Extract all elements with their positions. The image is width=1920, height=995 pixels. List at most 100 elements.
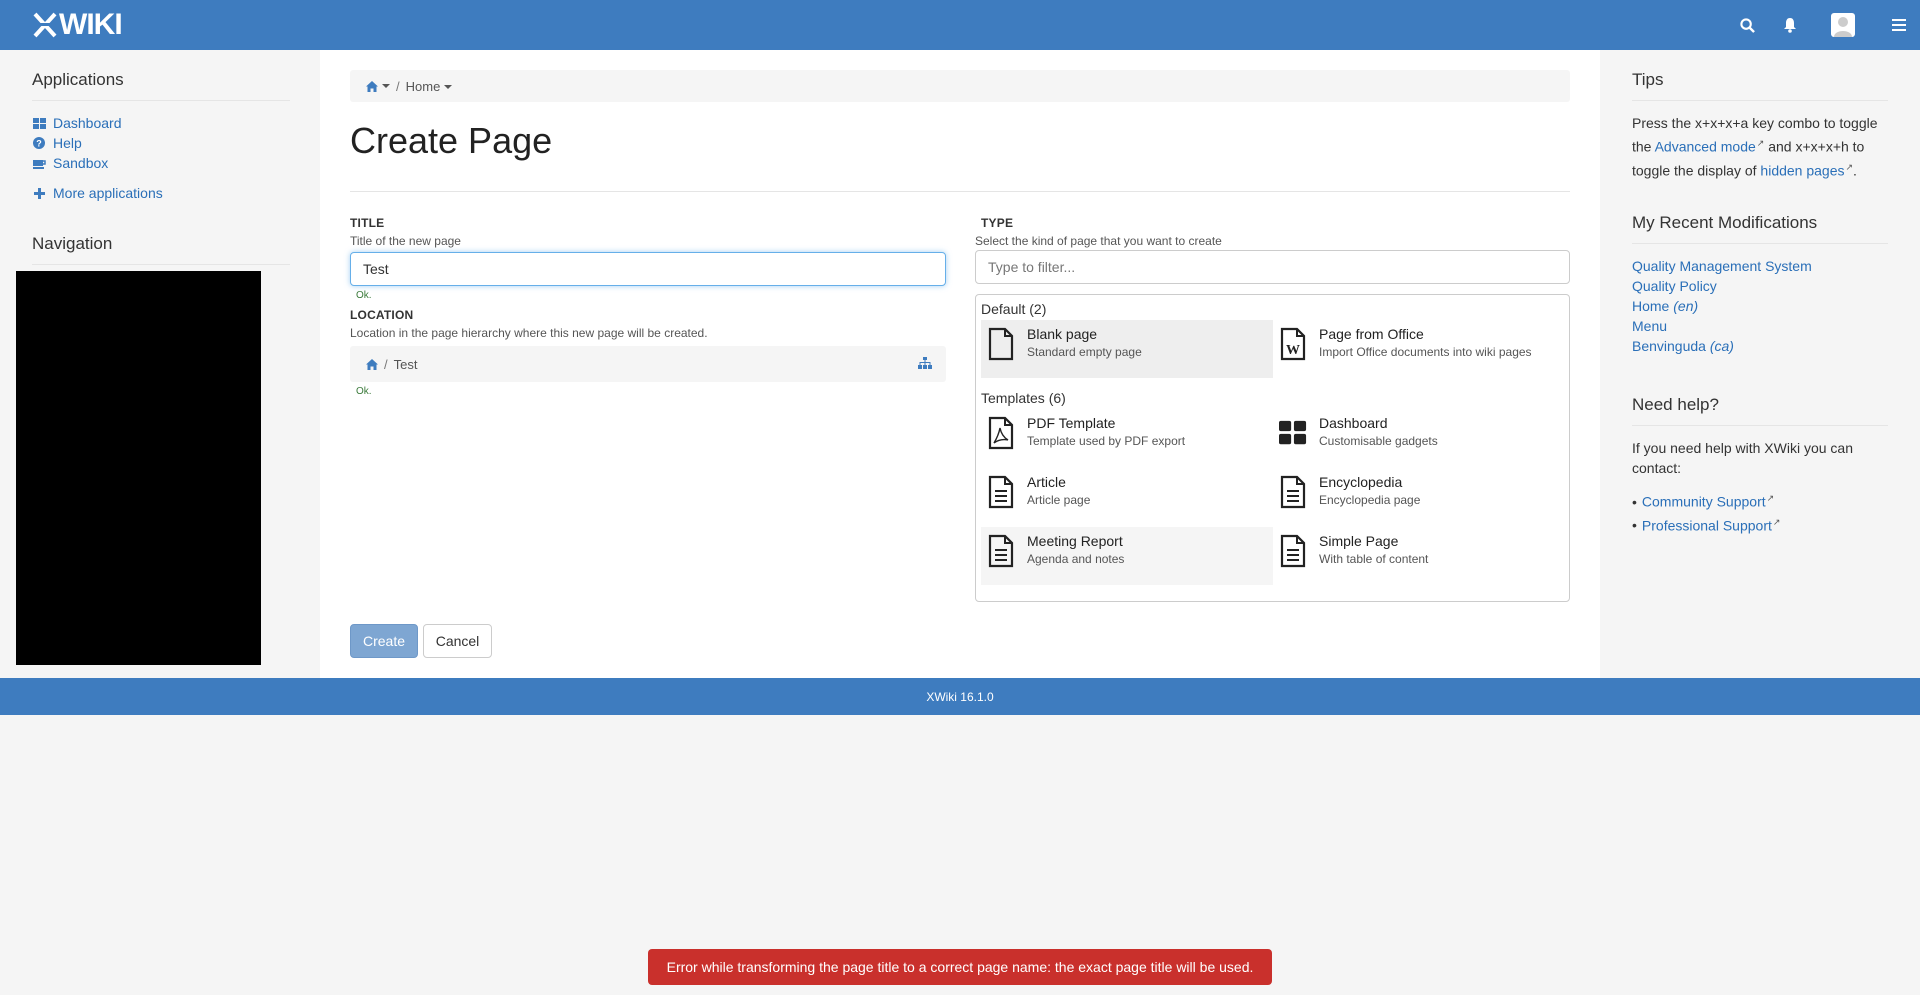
xwiki-logo[interactable]: WIKI <box>33 8 123 41</box>
applications-panel: Applications Dashboard ? Help Sandbox Mo… <box>32 70 290 203</box>
app-dashboard-link[interactable]: Dashboard <box>32 113 290 133</box>
advanced-mode-link[interactable]: Advanced mode <box>1655 139 1756 155</box>
recent-item[interactable]: Quality Policy <box>1632 276 1888 296</box>
office-word-icon: W <box>1279 326 1307 362</box>
document-icon <box>1279 474 1307 510</box>
type-name: Simple Page <box>1319 533 1399 549</box>
breadcrumb: / Home <box>350 70 1570 102</box>
top-navbar: WIKI <box>0 0 1920 50</box>
type-desc: Import Office documents into wiki pages <box>1319 345 1532 359</box>
dashboard-grid-icon <box>1279 415 1307 451</box>
recent-item[interactable]: Benvinguda (ca) <box>1632 336 1888 356</box>
breadcrumb-home[interactable]: Home <box>406 79 453 94</box>
xwiki-x-icon <box>33 12 57 38</box>
applications-title: Applications <box>32 70 290 101</box>
search-icon[interactable] <box>1736 14 1758 36</box>
type-page-from-office[interactable]: W Page from Office Import Office documen… <box>1273 320 1565 378</box>
avatar[interactable] <box>1831 13 1855 37</box>
dashboard-icon <box>32 116 46 130</box>
document-icon <box>987 533 1015 569</box>
type-name: Blank page <box>1027 326 1098 342</box>
type-field-group: TYPE Select the kind of page that you wa… <box>975 216 1570 248</box>
type-desc: Customisable gadgets <box>1319 434 1438 448</box>
hidden-pages-link[interactable]: hidden pages <box>1760 162 1844 178</box>
chevron-down-icon[interactable] <box>444 85 453 90</box>
logo-text: WIKI <box>59 8 123 41</box>
type-name: Dashboard <box>1319 415 1388 431</box>
cancel-button[interactable]: Cancel <box>423 624 492 658</box>
navigation-title: Navigation <box>32 234 290 265</box>
external-link-icon: ↗ <box>1845 161 1854 172</box>
title-validation-ok: Ok. <box>356 290 372 301</box>
type-filter-input[interactable] <box>975 250 1570 284</box>
recent-item[interactable]: Menu <box>1632 316 1888 336</box>
hamburger-menu-icon[interactable] <box>1888 14 1910 36</box>
type-desc: Article page <box>1027 493 1091 507</box>
professional-support-link[interactable]: Professional Support <box>1642 517 1772 533</box>
need-help-panel: Need help? If you need help with XWiki y… <box>1632 395 1888 535</box>
more-applications-label[interactable]: More applications <box>53 185 163 201</box>
app-sandbox-link[interactable]: Sandbox <box>32 153 290 173</box>
svg-text:W: W <box>1286 343 1300 358</box>
bell-icon[interactable] <box>1779 14 1801 36</box>
tips-title: Tips <box>1632 70 1888 101</box>
type-article[interactable]: Article Article page <box>981 468 1273 526</box>
error-notification[interactable]: Error while transforming the page title … <box>648 949 1272 985</box>
breadcrumb-home-icon[interactable] <box>366 80 390 92</box>
help-title: Need help? <box>1632 395 1888 426</box>
tips-text: Press the x+x+x+a key combo to toggle th… <box>1632 115 1878 179</box>
sitemap-icon[interactable] <box>918 357 932 372</box>
type-desc: Standard empty page <box>1027 345 1142 359</box>
group-title-templates: Templates (6) <box>981 390 1066 406</box>
type-hint: Select the kind of page that you want to… <box>975 234 1222 248</box>
app-label[interactable]: Help <box>53 135 82 151</box>
error-message: Error while transforming the page title … <box>666 959 1254 975</box>
location-field-group: LOCATION Location in the page hierarchy … <box>350 308 946 340</box>
community-support-link[interactable]: Community Support <box>1642 494 1766 510</box>
type-blank-page[interactable]: Blank page Standard empty page <box>981 320 1273 378</box>
left-sidebar: Applications Dashboard ? Help Sandbox Mo… <box>0 50 320 678</box>
home-icon <box>366 358 378 370</box>
type-simple-page[interactable]: Simple Page With table of content <box>1273 527 1565 585</box>
title-input[interactable] <box>350 252 946 286</box>
location-label: LOCATION <box>350 308 414 322</box>
help-text: If you need help with XWiki you can cont… <box>1632 440 1854 476</box>
app-label[interactable]: Sandbox <box>53 155 108 171</box>
recent-item[interactable]: Home (en) <box>1632 296 1888 316</box>
document-icon <box>987 474 1015 510</box>
type-meeting-report[interactable]: Meeting Report Agenda and notes <box>981 527 1273 585</box>
blank-page-icon <box>987 326 1015 362</box>
type-pdf-template[interactable]: PDF Template Template used by PDF export <box>981 409 1273 467</box>
divider <box>350 191 1570 192</box>
main-content: / Home Create Page TITLE Title of the ne… <box>320 50 1600 678</box>
recent-title: My Recent Modifications <box>1632 213 1888 244</box>
professional-support-item[interactable]: Professional Support↗ <box>1632 512 1888 536</box>
app-help-link[interactable]: ? Help <box>32 133 290 153</box>
title-label: TITLE <box>350 216 385 230</box>
type-name: Page from Office <box>1319 326 1424 342</box>
location-picker[interactable]: / Test <box>350 346 946 382</box>
type-desc: With table of content <box>1319 552 1429 566</box>
pdf-icon <box>987 415 1015 451</box>
type-dashboard[interactable]: Dashboard Customisable gadgets <box>1273 409 1565 467</box>
tips-panel: Tips Press the x+x+x+a key combo to togg… <box>1632 70 1888 180</box>
location-path: Test <box>393 356 418 372</box>
type-label: TYPE <box>981 216 1014 230</box>
chevron-down-icon[interactable] <box>382 84 390 88</box>
type-name: PDF Template <box>1027 415 1116 431</box>
type-desc: Agenda and notes <box>1027 552 1125 566</box>
app-label[interactable]: Dashboard <box>53 115 122 131</box>
more-applications-link[interactable]: More applications <box>32 183 290 203</box>
create-button[interactable]: Create <box>350 624 418 658</box>
document-icon <box>1279 533 1307 569</box>
type-encyclopedia[interactable]: Encyclopedia Encyclopedia page <box>1273 468 1565 526</box>
type-desc: Template used by PDF export <box>1027 434 1186 448</box>
svg-text:?: ? <box>36 139 42 149</box>
plus-icon <box>32 186 46 200</box>
navigation-tree-redacted <box>16 271 261 665</box>
community-support-item[interactable]: Community Support↗ <box>1632 488 1888 512</box>
page-title: Create Page <box>350 120 553 161</box>
help-icon: ? <box>32 136 46 150</box>
type-name: Article <box>1027 474 1066 490</box>
recent-item[interactable]: Quality Management System <box>1632 256 1888 276</box>
